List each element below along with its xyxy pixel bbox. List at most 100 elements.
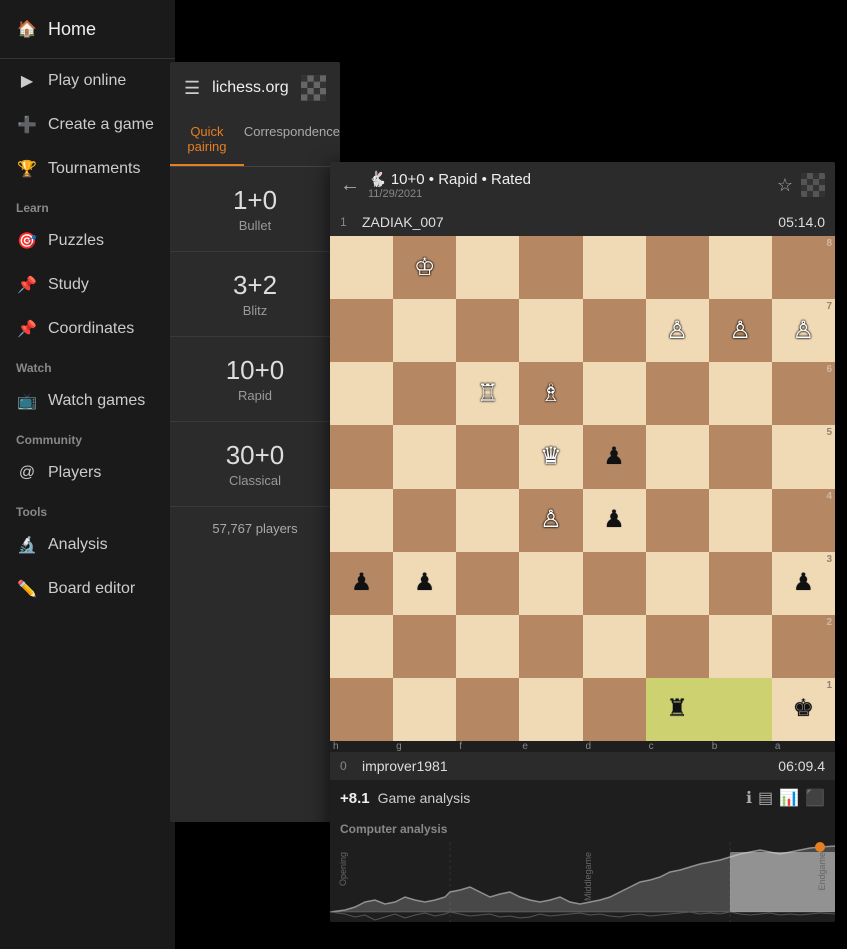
chess-cell[interactable]	[646, 615, 709, 678]
chess-cell[interactable]: 1♚	[772, 678, 835, 741]
chess-cell[interactable]: 8	[772, 236, 835, 299]
chess-cell[interactable]	[393, 299, 456, 362]
hamburger-icon[interactable]: ☰	[184, 78, 200, 99]
chess-cell[interactable]: ♙	[709, 299, 772, 362]
sidebar-item-analysis[interactable]: 🔬 Analysis	[0, 523, 175, 567]
game-date: 11/29/2021	[368, 188, 769, 200]
chess-cell[interactable]	[456, 678, 519, 741]
sidebar-home[interactable]: 🏠 Home	[0, 0, 175, 59]
tab-correspondence[interactable]: Correspondence	[244, 114, 340, 166]
share-icon[interactable]: ⬛	[805, 788, 825, 808]
chess-cell[interactable]	[709, 362, 772, 425]
chart-icon[interactable]: 📊	[779, 788, 799, 808]
chess-cell[interactable]	[456, 236, 519, 299]
chess-cell[interactable]	[646, 425, 709, 488]
chess-cell[interactable]	[456, 552, 519, 615]
info-icon[interactable]: ℹ	[746, 788, 752, 808]
chess-cell[interactable]	[330, 299, 393, 362]
chess-cell[interactable]: 4	[772, 489, 835, 552]
chess-cell[interactable]	[330, 489, 393, 552]
chess-cell[interactable]: ♟	[330, 552, 393, 615]
title-block: 🐇 10+0 • Rapid • Rated 11/29/2021	[368, 170, 769, 200]
chess-cell[interactable]	[646, 236, 709, 299]
players-icon: @	[16, 462, 38, 484]
mode-bullet[interactable]: 1+0 Bullet	[170, 167, 340, 252]
sidebar-item-play-online[interactable]: ▶ Play online	[0, 59, 175, 103]
chess-cell[interactable]: ♖	[456, 362, 519, 425]
chess-cell[interactable]	[393, 615, 456, 678]
chart-endgame-label: Endgame	[817, 852, 827, 891]
chess-cell[interactable]: ♟	[393, 552, 456, 615]
chess-cell[interactable]: ♟	[583, 425, 646, 488]
chess-cell[interactable]	[393, 425, 456, 488]
chess-cell[interactable]: ♙	[519, 489, 582, 552]
chess-cell[interactable]	[456, 615, 519, 678]
mode-blitz[interactable]: 3+2 Blitz	[170, 252, 340, 337]
chess-cell[interactable]: 3♟	[772, 552, 835, 615]
chess-cell[interactable]	[709, 615, 772, 678]
chess-cell[interactable]: 5	[772, 425, 835, 488]
chess-cell[interactable]: ♙	[646, 299, 709, 362]
chess-cell[interactable]	[646, 362, 709, 425]
players-label: Players	[48, 464, 101, 482]
chess-cell[interactable]	[456, 299, 519, 362]
sidebar-item-watch-games[interactable]: 📺 Watch games	[0, 379, 175, 423]
chess-cell[interactable]	[646, 552, 709, 615]
chess-cell[interactable]	[583, 615, 646, 678]
sidebar-item-board-editor[interactable]: ✏️ Board editor	[0, 567, 175, 611]
mode-rapid[interactable]: 10+0 Rapid	[170, 337, 340, 422]
chess-cell[interactable]: ♟	[583, 489, 646, 552]
chess-cell[interactable]: ♔	[393, 236, 456, 299]
chess-cell[interactable]	[709, 425, 772, 488]
sidebar-item-tournaments[interactable]: 🏆 Tournaments	[0, 147, 175, 191]
chess-cell[interactable]	[393, 489, 456, 552]
tab-quick-pairing[interactable]: Quick pairing	[170, 114, 244, 166]
sidebar-item-puzzles[interactable]: 🎯 Puzzles	[0, 219, 175, 263]
chess-cell[interactable]	[330, 678, 393, 741]
chess-cell[interactable]	[393, 362, 456, 425]
chess-cell[interactable]	[519, 678, 582, 741]
chess-cell[interactable]	[519, 299, 582, 362]
sidebar-item-create-game[interactable]: ➕ Create a game	[0, 103, 175, 147]
analysis-chart[interactable]: Opening Middlegame Endgame	[330, 842, 835, 922]
chess-cell[interactable]	[393, 678, 456, 741]
chess-cell[interactable]	[519, 236, 582, 299]
chess-cell[interactable]	[330, 615, 393, 678]
chess-cell[interactable]	[709, 236, 772, 299]
chess-cell[interactable]	[456, 489, 519, 552]
chess-cell[interactable]	[330, 425, 393, 488]
chess-cell[interactable]: 7♙	[772, 299, 835, 362]
chess-cell[interactable]: ♗	[519, 362, 582, 425]
chess-cell[interactable]	[330, 362, 393, 425]
back-button[interactable]: ←	[340, 174, 360, 197]
chess-cell[interactable]	[709, 678, 772, 741]
analysis-icon: 🔬	[16, 534, 38, 556]
chess-cell[interactable]	[519, 552, 582, 615]
row-label: 7	[826, 301, 832, 312]
chess-cell[interactable]	[709, 489, 772, 552]
mode-classical[interactable]: 30+0 Classical	[170, 422, 340, 507]
chess-cell[interactable]	[583, 236, 646, 299]
sidebar-item-study[interactable]: 📌 Study	[0, 263, 175, 307]
chess-cell[interactable]: ♛	[519, 425, 582, 488]
bookmark-icon[interactable]: ☆	[777, 175, 793, 196]
chess-piece: ♛	[540, 445, 562, 469]
chess-piece: ♟	[414, 571, 436, 595]
chess-cell[interactable]: 6	[772, 362, 835, 425]
chess-cell[interactable]: 2	[772, 615, 835, 678]
chess-cell[interactable]	[583, 552, 646, 615]
chess-cell[interactable]	[583, 362, 646, 425]
list-icon[interactable]: ▤	[758, 788, 773, 808]
study-icon: 📌	[16, 274, 38, 296]
chess-cell[interactable]	[709, 552, 772, 615]
chess-cell[interactable]	[583, 299, 646, 362]
chess-cell[interactable]	[330, 236, 393, 299]
chess-cell[interactable]	[583, 678, 646, 741]
row-label: 8	[826, 238, 832, 249]
chess-cell[interactable]	[646, 489, 709, 552]
sidebar-item-coordinates[interactable]: 📌 Coordinates	[0, 307, 175, 351]
chess-cell[interactable]: ♜	[646, 678, 709, 741]
sidebar-item-players[interactable]: @ Players	[0, 451, 175, 495]
chess-cell[interactable]	[519, 615, 582, 678]
chess-cell[interactable]	[456, 425, 519, 488]
